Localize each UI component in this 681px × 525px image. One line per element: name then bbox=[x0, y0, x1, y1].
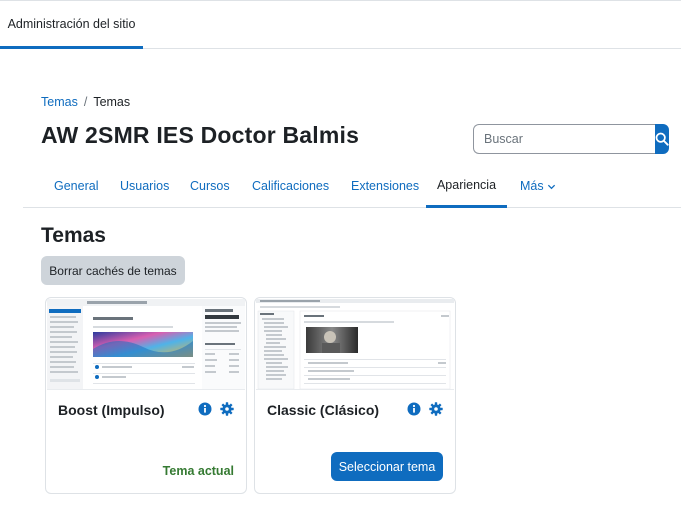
breadcrumb-link-themes[interactable]: Temas bbox=[41, 95, 78, 109]
search-button[interactable] bbox=[655, 124, 669, 154]
tab-appearance[interactable]: Apariencia bbox=[426, 164, 507, 208]
gear-icon[interactable] bbox=[429, 402, 443, 416]
current-theme-badge: Tema actual bbox=[162, 464, 234, 478]
theme-card-classic: Classic (Clásico) Seleccionar tema bbox=[254, 297, 456, 494]
tab-plugins[interactable]: Extensiones bbox=[339, 164, 431, 208]
info-icon[interactable] bbox=[198, 402, 212, 416]
info-icon[interactable] bbox=[407, 402, 421, 416]
tab-courses[interactable]: Cursos bbox=[178, 164, 242, 208]
top-navbar: Administración del sitio bbox=[0, 0, 681, 49]
section-heading: Temas bbox=[41, 224, 106, 247]
tab-more-label: Más bbox=[520, 179, 544, 193]
site-admin-tab[interactable]: Administración del sitio bbox=[0, 1, 143, 49]
tab-general[interactable]: General bbox=[42, 164, 110, 208]
search-icon bbox=[655, 132, 669, 146]
theme-name-boost: Boost (Impulso) bbox=[58, 402, 165, 418]
search-input[interactable] bbox=[473, 124, 655, 154]
secondary-navigation: General Usuarios Cursos Calificaciones E… bbox=[23, 164, 681, 208]
select-theme-button[interactable]: Seleccionar tema bbox=[331, 452, 443, 481]
breadcrumb-current: Temas bbox=[93, 95, 131, 109]
theme-name-classic: Classic (Clásico) bbox=[267, 402, 380, 418]
theme-screenshot-boost[interactable] bbox=[47, 299, 245, 390]
gear-icon[interactable] bbox=[220, 402, 234, 416]
page-title: AW 2SMR IES Doctor Balmis bbox=[41, 122, 360, 148]
theme-actions-classic bbox=[407, 402, 443, 416]
breadcrumb: Temas / Temas bbox=[41, 95, 130, 109]
chevron-down-icon bbox=[547, 182, 556, 191]
tab-grades[interactable]: Calificaciones bbox=[240, 164, 341, 208]
search-form bbox=[473, 124, 669, 154]
purge-caches-button[interactable]: Borrar cachés de temas bbox=[41, 256, 185, 285]
tab-users[interactable]: Usuarios bbox=[108, 164, 181, 208]
theme-actions-boost bbox=[198, 402, 234, 416]
theme-card-boost: Boost (Impulso) Tema actual bbox=[45, 297, 247, 494]
tab-more[interactable]: Más bbox=[508, 164, 568, 208]
theme-screenshot-classic[interactable] bbox=[256, 299, 454, 390]
breadcrumb-separator: / bbox=[83, 95, 88, 109]
